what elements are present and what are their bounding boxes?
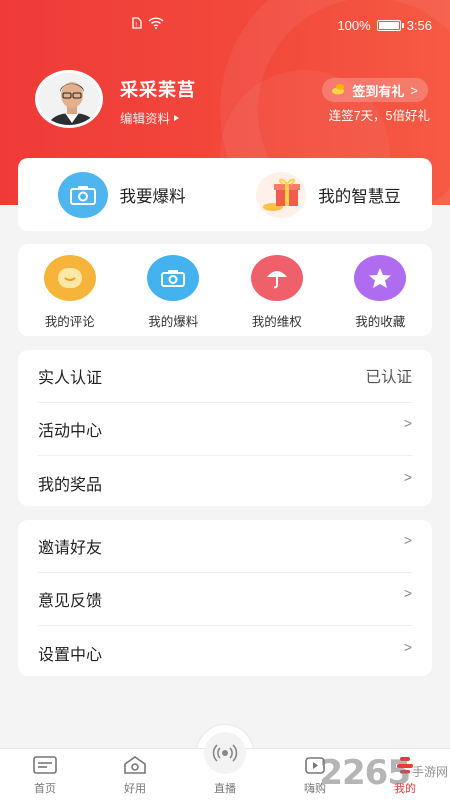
row-label: 活动中心 — [38, 423, 103, 440]
row-label: 邀请好友 — [38, 540, 103, 557]
my-comments-button[interactable]: 我的评论 — [18, 255, 122, 330]
quick-actions-card: 我要爆料 我的智慧豆 — [18, 158, 432, 231]
star-icon — [354, 255, 407, 301]
camera-icon — [147, 255, 200, 301]
umbrella-icon — [250, 255, 303, 301]
shortcuts-card: 我的评论 我的爆料 我的维权 我的收藏 — [18, 244, 432, 336]
my-comments-label: 我的评论 — [44, 315, 95, 329]
edit-profile-label: 编辑资料 — [120, 112, 171, 126]
sim-icon: ! — [132, 17, 142, 32]
chevron-right-icon: > — [403, 585, 412, 601]
row-label: 设置中心 — [38, 646, 103, 664]
invite-friends-row[interactable]: 邀请好友 > — [38, 520, 412, 573]
report-news-label: 我要爆料 — [119, 187, 186, 206]
my-rights-button[interactable]: 我的维权 — [225, 255, 329, 330]
activity-center-row[interactable]: 活动中心 > — [38, 403, 412, 456]
watermark-number: 2265 — [319, 753, 411, 793]
real-name-auth-row[interactable]: 实人认证 已认证 — [38, 350, 412, 403]
gift-box-icon — [256, 171, 307, 218]
battery-icon — [376, 20, 404, 31]
wisdom-beans-label: 我的智慧豆 — [318, 187, 401, 206]
menu-group-account: 实人认证 已认证 活动中心 > 我的奖品 > — [18, 350, 432, 506]
chevron-right-icon: > — [403, 638, 412, 655]
signin-button[interactable]: 签到有礼 > — [322, 78, 428, 102]
my-reports-button[interactable]: 我的爆料 — [122, 255, 226, 330]
report-news-button[interactable]: 我要爆料 — [18, 171, 225, 218]
menu-group-general: 邀请好友 > 意见反馈 > 设置中心 > — [18, 520, 432, 676]
smile-icon — [43, 255, 96, 301]
signin-label: 签到有礼 — [352, 83, 405, 99]
chevron-right-icon: > — [410, 82, 418, 98]
camera-icon — [57, 171, 108, 218]
row-label: 意见反馈 — [38, 593, 103, 610]
signin-subtitle: 连签7天，5倍好礼 — [328, 109, 430, 123]
my-reports-label: 我的爆料 — [148, 315, 199, 329]
watermark-text: 手游网 — [411, 765, 448, 780]
avatar[interactable] — [35, 70, 103, 128]
settings-row[interactable]: 设置中心 > — [38, 626, 412, 679]
news-icon — [33, 756, 57, 777]
status-icons: ! — [132, 17, 164, 32]
my-favorites-label: 我的收藏 — [355, 315, 406, 329]
caret-right-icon — [174, 114, 180, 121]
my-favorites-button[interactable]: 我的收藏 — [329, 255, 433, 330]
coin-icon — [330, 82, 346, 99]
broadcast-icon[interactable] — [204, 732, 246, 774]
chevron-right-icon: > — [403, 415, 412, 431]
username: 采采苿莒 — [120, 80, 196, 100]
my-rights-label: 我的维权 — [251, 315, 302, 329]
tab-home[interactable]: 首页 — [0, 749, 90, 800]
tab-label: 首页 — [34, 783, 56, 795]
site-watermark: 2265 手游网 — [298, 750, 448, 796]
chevron-right-icon: > — [403, 468, 412, 485]
status-bar: ! 100% 3:56 — [0, 0, 450, 52]
tab-label: 好用 — [124, 783, 146, 795]
battery-percent: 100% — [337, 18, 371, 33]
wisdom-beans-button[interactable]: 我的智慧豆 — [225, 171, 432, 218]
wifi-icon — [148, 17, 164, 32]
chevron-right-icon: > — [403, 532, 412, 548]
my-prizes-row[interactable]: 我的奖品 > — [38, 456, 412, 509]
clock: 3:56 — [406, 18, 432, 33]
tab-label: 直播 — [214, 783, 236, 795]
row-label: 我的奖品 — [38, 476, 103, 494]
feedback-row[interactable]: 意见反馈 > — [38, 573, 412, 626]
house-icon — [123, 756, 147, 777]
row-label: 实人认证 — [38, 370, 103, 387]
svg-text:!: ! — [135, 22, 137, 29]
edit-profile-link[interactable]: 编辑资料 — [120, 108, 180, 127]
tab-useful[interactable]: 好用 — [90, 749, 180, 800]
auth-status: 已认证 — [365, 369, 412, 386]
